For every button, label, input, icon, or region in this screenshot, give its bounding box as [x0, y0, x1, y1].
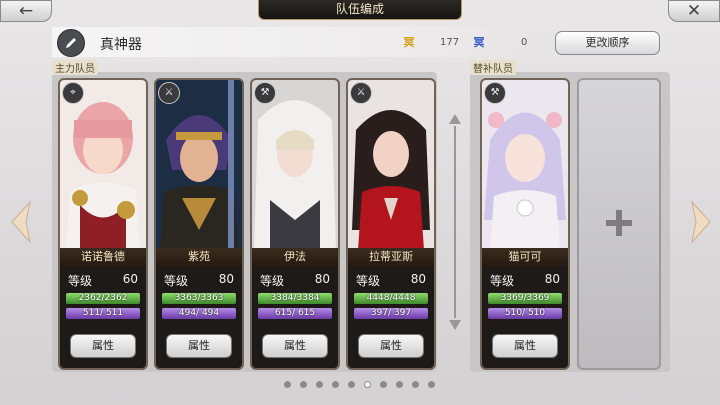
empty-member-slot[interactable] — [577, 78, 661, 370]
page-dot[interactable] — [396, 381, 403, 388]
level-label: 等级 — [490, 274, 515, 288]
hp-value: 3363/3363 — [174, 293, 224, 303]
sp-value: 615/ 615 — [274, 308, 316, 318]
hp-value: 3369/3369 — [500, 293, 550, 303]
member-card[interactable]: ⌖ 诺诺鲁德 等级 60 2362/2362 511/ 511 属性 — [58, 78, 148, 370]
page-dot[interactable] — [348, 381, 355, 388]
character-portrait — [348, 80, 434, 250]
close-icon: ✕ — [686, 1, 702, 21]
level-label: 等级 — [68, 274, 93, 288]
character-portrait — [60, 80, 146, 250]
back-button[interactable]: ← — [0, 0, 52, 22]
hp-bar: 3384/3384 — [258, 293, 332, 304]
pencil-icon — [66, 38, 76, 48]
axe-class-icon: ⚒ — [484, 82, 506, 104]
level-label: 等级 — [260, 274, 285, 288]
level-value: 80 — [218, 272, 234, 286]
level-value: 80 — [410, 272, 426, 286]
reorder-button[interactable]: 更改顺序 — [555, 31, 660, 55]
page-dot[interactable] — [300, 381, 307, 388]
page-dot[interactable] — [380, 381, 387, 388]
character-name: 猫可可 — [482, 248, 568, 266]
hp-bar: 4448/4448 — [354, 293, 428, 304]
character-name: 伊法 — [252, 248, 338, 266]
page-dot[interactable] — [316, 381, 323, 388]
sp-value: 510/ 510 — [504, 308, 546, 318]
level-value: 80 — [314, 272, 330, 286]
page-dot[interactable] — [284, 381, 291, 388]
edit-team-name-button[interactable] — [57, 29, 85, 57]
page-indicator — [284, 381, 444, 391]
level-label: 等级 — [356, 274, 381, 288]
page-dot[interactable] — [332, 381, 339, 388]
attributes-button[interactable]: 属性 — [262, 334, 328, 358]
bow-class-icon: ⌖ — [62, 82, 84, 104]
page-dot[interactable] — [364, 381, 371, 388]
hp-bar: 3369/3369 — [488, 293, 562, 304]
sword-class-icon: ⚔ — [158, 82, 180, 104]
sp-value: 511/ 511 — [82, 308, 124, 318]
sp-bar: 397/ 397 — [354, 308, 428, 319]
member-card[interactable]: ⚒ 猫可可 等级 80 3369/3369 510/ 510 属性 — [480, 78, 570, 370]
gold-currency-value: 177 — [440, 37, 460, 48]
hp-value: 3384/3384 — [270, 293, 320, 303]
attributes-button[interactable]: 属性 — [70, 334, 136, 358]
arrow-left-icon: ← — [18, 1, 34, 21]
attributes-button[interactable]: 属性 — [358, 334, 424, 358]
chevron-left-icon — [11, 200, 31, 244]
top-bar: ← 队伍编成 ✕ — [0, 0, 720, 22]
gold-currency-icon: 冥 — [403, 36, 415, 49]
hp-value: 4448/4448 — [366, 293, 416, 303]
character-name: 紫苑 — [156, 248, 242, 266]
blue-currency-value: 0 — [521, 37, 528, 48]
member-card[interactable]: ⚔ 拉蒂亚斯 等级 80 4448/4448 397/ 397 属性 — [346, 78, 436, 370]
next-team-arrow[interactable] — [690, 200, 714, 244]
page-dot[interactable] — [428, 381, 435, 388]
hp-bar: 3363/3363 — [162, 293, 236, 304]
plus-icon — [606, 210, 632, 236]
character-name: 拉蒂亚斯 — [348, 248, 434, 266]
chevron-right-icon — [691, 200, 711, 244]
sub-members-label: 替补队员 — [470, 60, 516, 75]
page-dot[interactable] — [412, 381, 419, 388]
blue-currency-icon: 冥 — [473, 36, 485, 49]
sp-value: 494/ 494 — [178, 308, 220, 318]
hp-value: 2362/2362 — [78, 293, 128, 303]
sword-class-icon: ⚔ — [350, 82, 372, 104]
page-title: 队伍编成 — [258, 0, 462, 20]
character-name: 诺诺鲁德 — [60, 248, 146, 266]
character-portrait — [252, 80, 338, 250]
sp-value: 397/ 397 — [370, 308, 412, 318]
team-name: 真神器 — [100, 37, 142, 53]
character-portrait — [482, 80, 568, 250]
sp-bar: 510/ 510 — [488, 308, 562, 319]
sp-bar: 615/ 615 — [258, 308, 332, 319]
character-portrait — [156, 80, 242, 250]
attributes-button[interactable]: 属性 — [166, 334, 232, 358]
level-value: 80 — [544, 272, 560, 286]
sp-bar: 494/ 494 — [162, 308, 236, 319]
member-card[interactable]: ⚒ 伊法 等级 80 3384/3384 615/ 615 属性 — [250, 78, 340, 370]
swap-divider — [449, 114, 461, 330]
main-members-label: 主力队员 — [52, 60, 98, 75]
attributes-button[interactable]: 属性 — [492, 334, 558, 358]
level-label: 等级 — [164, 274, 189, 288]
member-card[interactable]: ⚔ 紫苑 等级 80 3363/3363 494/ 494 属性 — [154, 78, 244, 370]
sp-bar: 511/ 511 — [66, 308, 140, 319]
hp-bar: 2362/2362 — [66, 293, 140, 304]
close-button[interactable]: ✕ — [668, 0, 720, 22]
level-value: 60 — [122, 272, 138, 286]
hammer-class-icon: ⚒ — [254, 82, 276, 104]
prev-team-arrow[interactable] — [8, 200, 32, 244]
